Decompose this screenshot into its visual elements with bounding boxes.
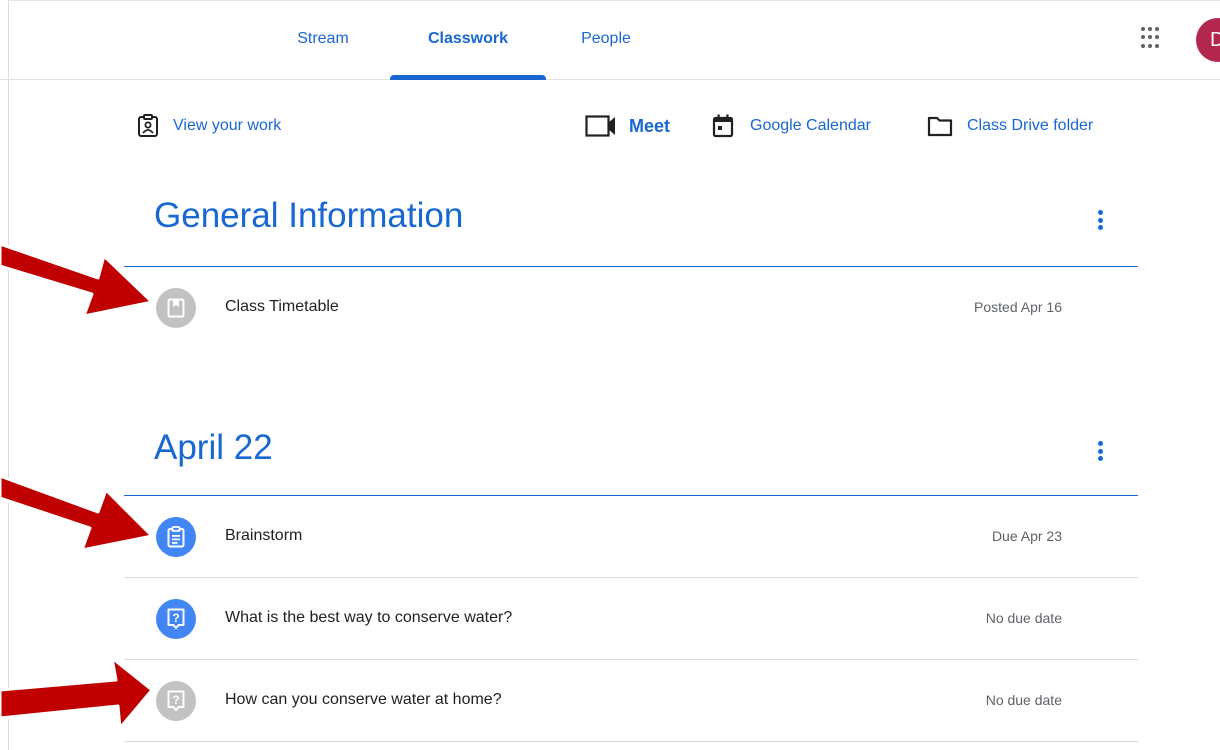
meet-link[interactable]: Meet xyxy=(585,112,670,140)
active-tab-indicator xyxy=(390,75,546,80)
item-title: Class Timetable xyxy=(225,298,339,315)
tab-classwork[interactable]: Classwork xyxy=(390,0,546,79)
topic-divider xyxy=(124,266,1138,267)
class-drive-folder-link[interactable]: Class Drive folder xyxy=(927,112,1093,140)
classwork-item-brainstorm[interactable]: Brainstorm Due Apr 23 xyxy=(124,497,1138,577)
item-title: What is the best way to conserve water? xyxy=(225,609,513,626)
item-posted-date: Posted Apr 16 xyxy=(974,299,1062,315)
row-divider xyxy=(124,577,1138,578)
svg-text:?: ? xyxy=(172,611,179,625)
item-due-date: Due Apr 23 xyxy=(991,528,1062,544)
classwork-item-class-timetable[interactable]: Class Timetable Posted Apr 16 xyxy=(124,268,1138,348)
tab-stream[interactable]: Stream xyxy=(268,0,378,79)
class-drive-folder-label: Class Drive folder xyxy=(967,117,1094,134)
view-your-work-label: View your work xyxy=(173,117,282,134)
calendar-icon xyxy=(712,114,734,138)
row-divider xyxy=(124,659,1138,660)
topic-options-icon[interactable] xyxy=(1090,437,1110,465)
view-your-work-link[interactable]: View your work xyxy=(137,112,281,140)
annotation-arrow-icon xyxy=(0,242,154,318)
annotation-arrow-icon xyxy=(0,474,154,552)
google-calendar-link[interactable]: Google Calendar xyxy=(712,112,871,140)
folder-icon xyxy=(927,116,953,137)
video-camera-icon xyxy=(585,115,615,137)
item-due-date: No due date xyxy=(985,610,1062,626)
item-due-date: No due date xyxy=(985,692,1062,708)
tab-people[interactable]: People xyxy=(560,0,652,79)
top-navigation-bar: Stream Classwork People D xyxy=(0,0,1220,80)
annotation-arrow-icon xyxy=(0,656,154,730)
classwork-item-question-best-way[interactable]: ? What is the best way to conserve water… xyxy=(124,579,1138,659)
assignment-ind-icon xyxy=(138,114,158,137)
avatar[interactable]: D xyxy=(1196,18,1220,62)
topic-options-icon[interactable] xyxy=(1090,206,1110,234)
row-divider xyxy=(124,741,1138,742)
classwork-item-question-at-home[interactable]: ? How can you conserve water at home? No… xyxy=(124,661,1138,741)
topic-divider xyxy=(124,495,1138,496)
google-apps-icon[interactable] xyxy=(1141,27,1163,49)
item-title: How can you conserve water at home? xyxy=(225,691,502,708)
meet-label: Meet xyxy=(629,115,671,136)
google-calendar-label: Google Calendar xyxy=(750,117,871,134)
item-title: Brainstorm xyxy=(225,527,303,544)
